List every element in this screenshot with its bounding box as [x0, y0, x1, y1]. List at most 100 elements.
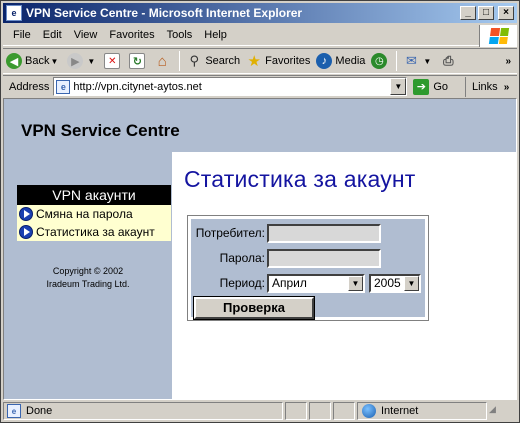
user-label: Потребител:: [195, 226, 265, 240]
menu-help[interactable]: Help: [198, 29, 233, 41]
page-icon: e: [56, 79, 71, 94]
home-button[interactable]: ⌂: [151, 50, 176, 72]
links-label: Links: [472, 81, 498, 93]
media-label: Media: [335, 55, 366, 67]
minimize-button[interactable]: _: [460, 6, 476, 20]
address-bar: Address e http://vpn.citynet-aytos.net ▼…: [3, 75, 517, 97]
nav-menu-title: VPN акаунти: [17, 185, 171, 205]
nav-menu: VPN акаунти Смяна на парола Статистика з…: [17, 185, 171, 241]
links-chevron-icon[interactable]: »: [504, 82, 510, 93]
password-label: Парола:: [219, 251, 265, 265]
search-button[interactable]: ⚲ Search: [183, 50, 243, 72]
go-button[interactable]: ➔ Go: [413, 78, 449, 95]
toolbar-overflow-chevron-icon[interactable]: »: [505, 56, 511, 67]
page-done-icon: e: [7, 404, 21, 418]
check-button[interactable]: Проверка: [193, 296, 315, 320]
history-icon: ◷: [371, 53, 388, 69]
links-toolbar[interactable]: Links »: [465, 77, 515, 97]
address-input[interactable]: e http://vpn.citynet-aytos.net ▼: [53, 77, 408, 96]
copyright-line-1: Copyright © 2002: [52, 266, 124, 276]
site-header: VPN Service Centre: [4, 99, 516, 152]
status-panel: [285, 402, 307, 420]
site-title: VPN Service Centre: [21, 121, 180, 140]
password-input[interactable]: [267, 248, 381, 268]
maximize-button[interactable]: □: [478, 6, 494, 20]
mail-icon: ✉: [405, 53, 417, 68]
back-arrow-icon: ◀: [6, 53, 22, 69]
title-bar: e VPN Service Centre - Microsoft Interne…: [3, 3, 517, 23]
main-content: Статистика за акаунт Потребител: Парола:…: [172, 152, 516, 399]
status-panel: [333, 402, 355, 420]
arrow-bullet-icon: [19, 225, 33, 239]
home-icon: ⌂: [157, 52, 167, 70]
menu-file[interactable]: File: [3, 29, 37, 41]
go-label: Go: [433, 80, 449, 93]
page-viewport: VPN Service Centre VPN акаунти Смяна на …: [3, 98, 517, 400]
toolbar-separator: [179, 51, 181, 71]
forward-arrow-icon: ▶: [67, 53, 84, 69]
back-button[interactable]: ◀ Back ▼: [3, 50, 64, 72]
nav-item-label[interactable]: Смяна на парола: [36, 207, 133, 221]
back-label: Back: [25, 55, 50, 67]
form-panel: Потребител: Парола: Период: Април ▼ 2005…: [190, 218, 426, 320]
sidebar: VPN акаунти Смяна на парола Статистика з…: [4, 152, 172, 399]
arrow-bullet-icon: [19, 207, 33, 221]
year-dropdown-icon[interactable]: ▼: [404, 275, 419, 291]
favorites-star-icon: ★: [247, 53, 261, 70]
address-url[interactable]: http://vpn.citynet-aytos.net: [73, 81, 201, 93]
media-icon: ♪: [316, 53, 333, 69]
search-icon: ⚲: [189, 53, 200, 68]
menu-view[interactable]: View: [68, 29, 104, 41]
status-text-panel: e Done: [3, 402, 283, 420]
nav-item-label[interactable]: Статистика за акаунт: [36, 225, 155, 239]
refresh-button[interactable]: ↻: [126, 50, 151, 72]
print-button[interactable]: ⎙: [437, 50, 462, 72]
status-panel: [309, 402, 331, 420]
nav-item-account-statistics[interactable]: Статистика за акаунт: [17, 223, 171, 241]
year-select[interactable]: 2005 ▼: [369, 273, 421, 293]
mail-dropdown-icon[interactable]: ▼: [423, 57, 431, 66]
favorites-button[interactable]: ★ Favorites: [243, 50, 313, 72]
user-input[interactable]: [267, 223, 381, 243]
standard-toolbar: ◀ Back ▼ ▶ ▼ ✕ ↻ ⌂ ⚲ Search ★ Favorites …: [3, 48, 517, 74]
zone-label: Internet: [381, 405, 419, 417]
status-bar: e Done Internet ◢: [3, 401, 517, 421]
nav-item-change-password[interactable]: Смяна на парола: [17, 205, 171, 223]
menu-edit[interactable]: Edit: [37, 29, 68, 41]
print-icon: ⎙: [443, 53, 454, 68]
month-dropdown-icon[interactable]: ▼: [348, 275, 363, 291]
close-button[interactable]: ×: [498, 6, 514, 20]
resize-grip-icon[interactable]: ◢: [489, 404, 501, 418]
go-arrow-icon: ➔: [413, 78, 430, 95]
user-row: Потребител:: [191, 222, 425, 244]
menu-tools[interactable]: Tools: [161, 29, 199, 41]
ie-page-icon: e: [6, 5, 22, 21]
address-dropdown-icon[interactable]: ▼: [390, 78, 407, 95]
windows-logo-icon: [479, 25, 517, 47]
stop-button[interactable]: ✕: [101, 50, 126, 72]
copyright-line-2: Iradeum Trading Ltd.: [46, 279, 130, 289]
favorites-label: Favorites: [265, 55, 311, 67]
window-title: VPN Service Centre - Microsoft Internet …: [26, 6, 303, 20]
security-zone-panel: Internet: [357, 402, 487, 420]
toolbar-separator: [396, 51, 398, 71]
menu-favorites[interactable]: Favorites: [103, 29, 160, 41]
statistics-form: Потребител: Парола: Период: Април ▼ 2005…: [187, 215, 429, 321]
period-label: Период:: [219, 276, 265, 290]
period-row: Период: Април ▼ 2005 ▼: [191, 272, 425, 294]
copyright-notice: Copyright © 2002 Iradeum Trading Ltd.: [4, 265, 172, 291]
refresh-icon: ↻: [129, 53, 146, 69]
back-dropdown-icon[interactable]: ▼: [50, 57, 58, 66]
status-text: Done: [26, 405, 53, 417]
mail-button[interactable]: ✉ ▼: [400, 50, 437, 72]
internet-globe-icon: [362, 404, 376, 418]
page-heading: Статистика за акаунт: [184, 166, 416, 192]
forward-button[interactable]: ▶ ▼: [64, 50, 101, 72]
month-selected-value: Април: [272, 276, 307, 290]
history-button[interactable]: ◷: [368, 50, 393, 72]
forward-dropdown-icon[interactable]: ▼: [87, 57, 95, 66]
month-select[interactable]: Април ▼: [267, 273, 365, 293]
media-button[interactable]: ♪ Media: [313, 50, 368, 72]
stop-icon: ✕: [104, 53, 121, 69]
address-label: Address: [9, 80, 50, 93]
